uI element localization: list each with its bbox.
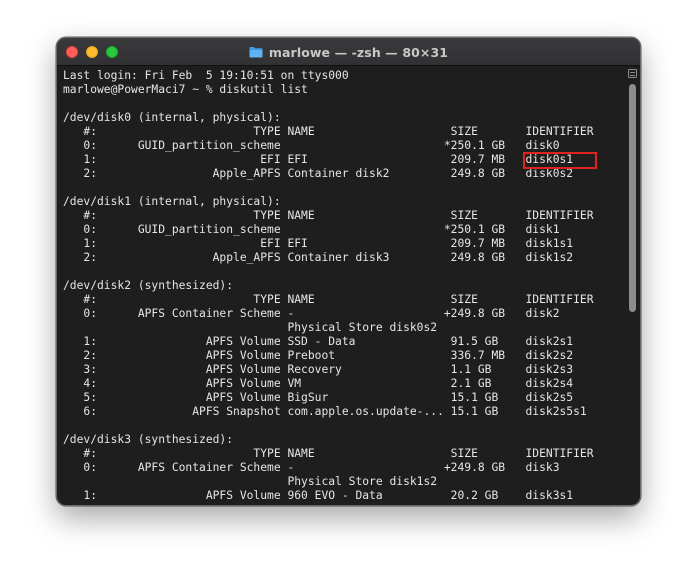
terminal-line: 2: Apple_APFS Container disk3 249.8 GB d… — [63, 251, 574, 264]
window-title: marlowe — -zsh — 80×31 — [268, 44, 449, 60]
terminal-line: 0: APFS Container Scheme - +249.8 GB dis… — [63, 461, 560, 474]
terminal-line: /dev/disk1 (internal, physical): — [63, 195, 281, 208]
terminal-line: /dev/disk2 (synthesized): — [63, 279, 234, 292]
terminal-line: /dev/disk0 (internal, physical): — [63, 111, 281, 124]
terminal-line: marlowe@PowerMaci7 ~ % diskutil list — [63, 83, 308, 96]
terminal-line: #: TYPE NAME SIZE IDENTIFIER — [63, 447, 594, 460]
terminal-line: 2: APFS Volume Preboot 336.7 MB disk2s2 — [63, 349, 574, 362]
terminal-line: 0: GUID_partition_scheme *250.1 GB disk1 — [63, 223, 560, 236]
title-bar[interactable]: marlowe — -zsh — 80×31 — [57, 38, 640, 66]
highlight-annotation — [523, 152, 597, 169]
folder-icon — [249, 47, 263, 58]
terminal-line: 1: APFS Volume SSD - Data 91.5 GB disk2s… — [63, 335, 574, 348]
terminal-line: 2: Apple_APFS Container disk2 249.8 GB d… — [63, 167, 574, 180]
terminal-line: 5: APFS Volume BigSur 15.1 GB disk2s5 — [63, 391, 574, 404]
terminal-line: Last login: Fri Feb 5 19:10:51 on ttys00… — [63, 69, 349, 82]
terminal-line: #: TYPE NAME SIZE IDENTIFIER — [63, 293, 594, 306]
terminal-line: 6: APFS Snapshot com.apple.os.update-...… — [63, 405, 587, 418]
scrollbar-thumb[interactable] — [629, 84, 636, 312]
scrollbar[interactable] — [629, 84, 636, 502]
terminal-line: 3: APFS Volume Recovery 1.1 GB disk2s3 — [63, 363, 574, 376]
terminal-line: 0: APFS Container Scheme - +249.8 GB dis… — [63, 307, 560, 320]
terminal-line: 0: GUID_partition_scheme *250.1 GB disk0 — [63, 139, 560, 152]
terminal-line: #: TYPE NAME SIZE IDENTIFIER — [63, 125, 594, 138]
terminal-line: Physical Store disk0s2 — [63, 321, 438, 334]
terminal-line: 4: APFS Volume VM 2.1 GB disk2s4 — [63, 377, 574, 390]
terminal-line: #: TYPE NAME SIZE IDENTIFIER — [63, 209, 594, 222]
terminal-output[interactable]: Last login: Fri Feb 5 19:10:51 on ttys00… — [63, 69, 623, 501]
terminal-line: Physical Store disk1s2 — [63, 475, 438, 488]
terminal-line: 1: APFS Volume 960 EVO - Data 20.2 GB di… — [63, 489, 574, 501]
terminal-line: /dev/disk3 (synthesized): — [63, 433, 234, 446]
list-icon[interactable] — [628, 69, 637, 78]
terminal-line: 1: EFI EFI 209.7 MB disk1s1 — [63, 237, 574, 250]
title-wrap: marlowe — -zsh — 80×31 — [57, 38, 640, 66]
terminal-window: marlowe — -zsh — 80×31 Last login: Fri F… — [56, 37, 641, 506]
